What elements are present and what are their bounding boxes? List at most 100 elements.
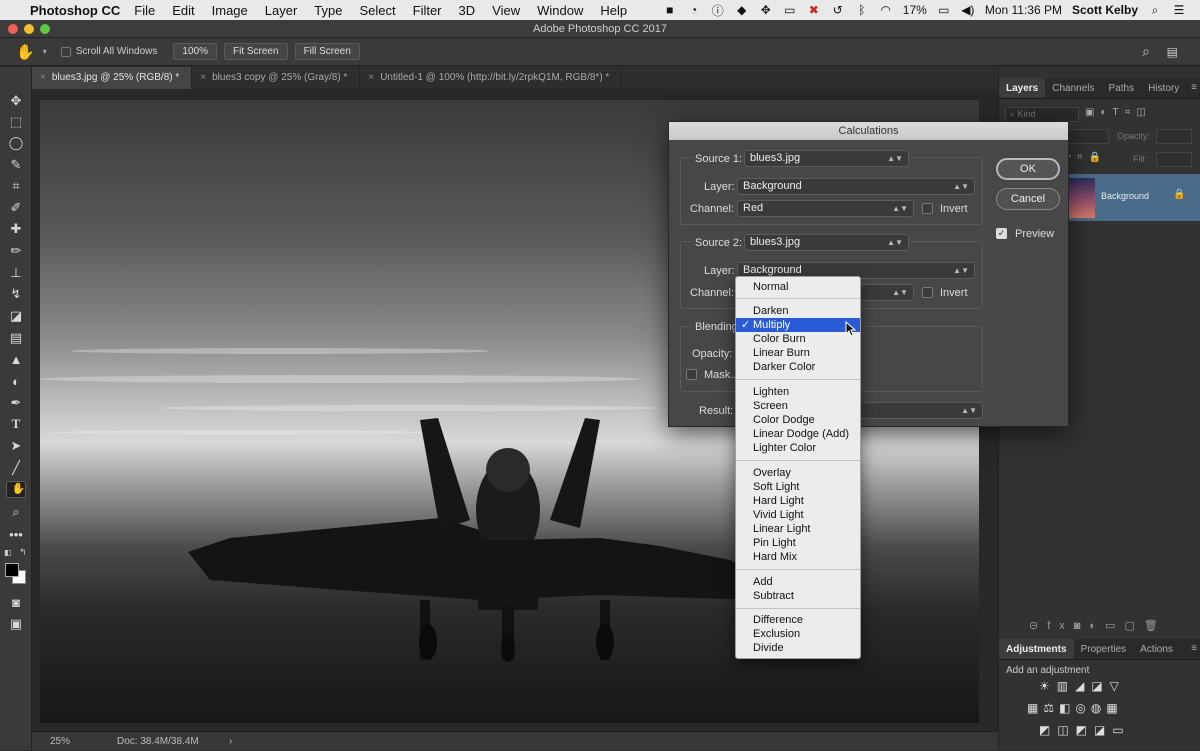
preset-chevron-icon[interactable]: ▾ — [43, 47, 47, 56]
blend-option-darker-color[interactable]: Darker Color — [736, 360, 860, 374]
menu-window[interactable]: Window — [537, 3, 583, 18]
hand-tool-icon[interactable]: ✋ — [6, 481, 26, 498]
edit-toolbar-icon[interactable]: ••• — [6, 525, 26, 543]
blend-option-linear-burn[interactable]: Linear Burn — [736, 346, 860, 360]
zoom-level[interactable]: 25% — [50, 732, 70, 751]
app-menu[interactable]: Photoshop CC — [30, 3, 120, 18]
camera-icon[interactable]: ■ — [663, 3, 677, 17]
tab-history[interactable]: History — [1141, 78, 1186, 98]
line-tool-icon[interactable]: ╱ — [6, 459, 26, 477]
screen-mode-icon[interactable]: ▣ — [6, 615, 26, 633]
menu-select[interactable]: Select — [359, 3, 395, 18]
zoom-100-button[interactable]: 100% — [173, 43, 217, 60]
blend-option-add[interactable]: Add — [736, 575, 860, 589]
invert2-checkbox[interactable] — [922, 287, 933, 298]
history-brush-tool-icon[interactable]: ↯ — [6, 285, 26, 303]
user-name[interactable]: Scott Kelby — [1072, 3, 1138, 17]
default-colors-icon[interactable]: ◧ — [4, 548, 12, 557]
doc-tab-blues3[interactable]: × blues3.jpg @ 25% (RGB/8) * — [32, 67, 193, 89]
blend-option-soft-light[interactable]: Soft Light — [736, 480, 860, 494]
menu-image[interactable]: Image — [212, 3, 248, 18]
adjustment-icons-row2[interactable]: ▦⚖◧◎◍▦ — [1027, 701, 1123, 715]
info-icon[interactable]: ⓘ — [711, 3, 725, 18]
quick-mask-icon[interactable]: ◙ — [6, 593, 26, 611]
channel1-select[interactable]: Red ▲▼ — [737, 200, 914, 217]
blend-option-color-dodge[interactable]: Color Dodge — [736, 413, 860, 427]
search-icon[interactable]: ⌕ — [1142, 43, 1150, 60]
wifi-icon[interactable]: ◠ — [879, 3, 893, 17]
clone-stamp-tool-icon[interactable]: ⊥ — [6, 264, 26, 282]
preview-checkbox[interactable]: ✓ — [996, 228, 1007, 239]
doc-tab-untitled[interactable]: × Untitled-1 @ 100% (http://bit.ly/2rpkQ1… — [360, 67, 623, 89]
time-machine-icon[interactable]: ↺ — [831, 3, 845, 17]
layer-thumbnail[interactable] — [1069, 178, 1095, 218]
menu-edit[interactable]: Edit — [172, 3, 194, 18]
tab-paths[interactable]: Paths — [1102, 78, 1142, 98]
eraser-tool-icon[interactable]: ◪ — [6, 307, 26, 325]
volume-icon[interactable]: ◀) — [961, 3, 975, 17]
gradient-tool-icon[interactable]: ▤ — [6, 329, 26, 347]
menu-3d[interactable]: 3D — [459, 3, 476, 18]
close-tab-icon[interactable]: × — [368, 72, 374, 83]
tab-channels[interactable]: Channels — [1045, 78, 1101, 98]
layers-bottom-icons[interactable]: ⊝fx◙◐▭▢🗑 — [1029, 619, 1167, 632]
doc-tab-blues3-copy[interactable]: × blues3 copy @ 25% (Gray/8) * — [192, 67, 361, 89]
bluetooth-icon[interactable]: ᛒ — [855, 3, 869, 17]
type-tool-icon[interactable]: T — [6, 415, 26, 433]
lasso-tool-icon[interactable]: ◯ — [6, 134, 26, 152]
battery-icon[interactable]: ▭ — [937, 3, 951, 17]
blend-option-overlay[interactable]: Overlay — [736, 466, 860, 480]
panel-menu-icon[interactable]: ≡ — [1191, 82, 1197, 93]
blend-option-normal[interactable]: Normal — [736, 280, 860, 294]
blend-option-hard-light[interactable]: Hard Light — [736, 494, 860, 508]
tab-layers[interactable]: Layers — [999, 78, 1046, 98]
opacity-field[interactable] — [1156, 129, 1192, 144]
blend-option-linear-dodge[interactable]: Linear Dodge (Add) — [736, 427, 860, 441]
blend-option-subtract[interactable]: Subtract — [736, 589, 860, 603]
blend-option-exclusion[interactable]: Exclusion — [736, 627, 860, 641]
spotlight-icon[interactable]: ⌕ — [1148, 3, 1162, 17]
layer-kind-filter[interactable]: ⌕ Kind — [1005, 107, 1079, 122]
healing-brush-tool-icon[interactable]: ✚ — [6, 220, 26, 238]
ok-button[interactable]: OK — [996, 158, 1060, 180]
blend-option-vivid-light[interactable]: Vivid Light — [736, 508, 860, 522]
clock-circle-icon[interactable]: ◔ — [687, 3, 701, 17]
menu-help[interactable]: Help — [600, 3, 627, 18]
notification-center-icon[interactable]: ☰ — [1172, 3, 1186, 17]
menu-file[interactable]: File — [134, 3, 155, 18]
invert1-checkbox[interactable] — [922, 203, 933, 214]
blur-tool-icon[interactable]: ▲ — [6, 350, 26, 368]
zoom-tool-icon[interactable]: ⌕ — [6, 503, 26, 521]
layer-filter-icons[interactable]: ▣◐T⌗◫ — [1085, 107, 1152, 118]
cancel-button[interactable]: Cancel — [996, 188, 1060, 210]
blocked-icon[interactable]: ✖ — [807, 3, 821, 17]
path-selection-tool-icon[interactable]: ➤ — [6, 437, 26, 455]
blend-option-pin-light[interactable]: Pin Light — [736, 536, 860, 550]
blend-option-difference[interactable]: Difference — [736, 613, 860, 627]
menu-type[interactable]: Type — [314, 3, 342, 18]
clock[interactable]: Mon 11:36 PM — [985, 3, 1062, 17]
blend-option-color-burn[interactable]: Color Burn — [736, 332, 860, 346]
source1-select[interactable]: blues3.jpg ▲▼ — [744, 150, 909, 167]
close-tab-icon[interactable]: × — [40, 72, 46, 83]
adjustment-icons-row1[interactable]: ☀▥◢◪▽ — [1039, 679, 1126, 693]
workspace-icon[interactable]: ▤ — [1167, 45, 1178, 59]
menu-view[interactable]: View — [492, 3, 520, 18]
swap-colors-icon[interactable]: ↰ — [19, 547, 27, 558]
adjustment-icons-row3[interactable]: ◩◫◩◪▭ — [1039, 723, 1131, 737]
quick-select-tool-icon[interactable]: ✎ — [6, 156, 26, 174]
foreground-color-swatch[interactable] — [5, 563, 19, 577]
blend-option-darken[interactable]: Darken — [736, 304, 860, 318]
blend-option-hard-mix[interactable]: Hard Mix — [736, 550, 860, 564]
blend-option-lighter-color[interactable]: Lighter Color — [736, 441, 860, 455]
blend-option-linear-light[interactable]: Linear Light — [736, 522, 860, 536]
blend-option-screen[interactable]: Screen — [736, 399, 860, 413]
screen-icon[interactable]: ▭ — [783, 3, 797, 17]
close-tab-icon[interactable]: × — [200, 72, 206, 83]
tab-adjustments[interactable]: Adjustments — [999, 639, 1074, 659]
fill-screen-button[interactable]: Fill Screen — [294, 43, 360, 60]
blend-option-multiply[interactable]: ✓ Multiply — [736, 318, 860, 332]
minimize-window-button[interactable] — [24, 24, 34, 34]
close-window-button[interactable] — [8, 24, 18, 34]
tab-properties[interactable]: Properties — [1074, 639, 1134, 659]
